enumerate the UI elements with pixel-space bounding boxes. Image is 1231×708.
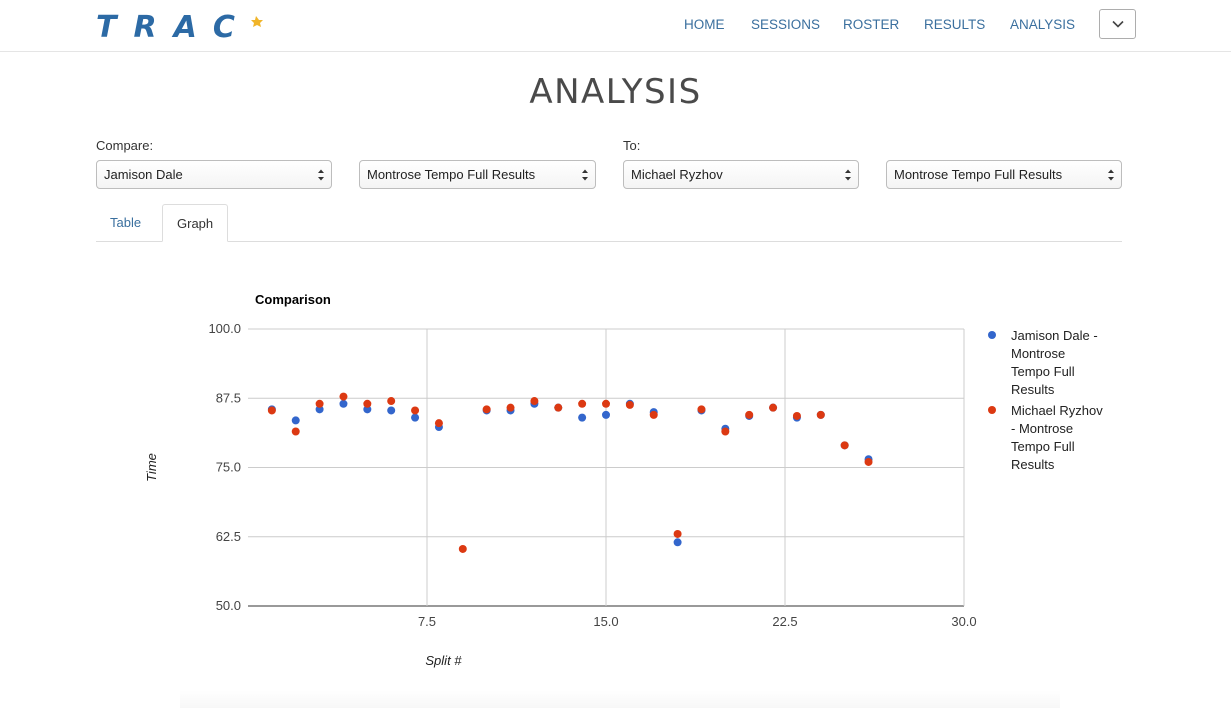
data-point-series-2 (816, 410, 825, 419)
select-arrows-icon (845, 169, 851, 181)
data-point-series-2 (315, 399, 324, 408)
data-point-series-2 (482, 405, 491, 414)
data-point-series-2 (864, 457, 873, 466)
y-tick-label: 62.5 (216, 529, 241, 544)
x-axis-title: Split # (425, 653, 462, 668)
x-tick-label: 15.0 (593, 614, 618, 629)
data-point-series-1 (339, 399, 348, 408)
data-point-series-2 (792, 411, 801, 420)
athlete-b-select[interactable]: Michael Ryzhov (623, 160, 859, 189)
nav-home[interactable]: HOME (684, 17, 725, 32)
data-point-series-2 (387, 397, 396, 406)
view-tabs: Table Graph (96, 204, 1122, 242)
chevron-down-icon (1111, 20, 1124, 28)
data-point-series-2 (506, 403, 515, 412)
x-tick-label: 7.5 (418, 614, 436, 629)
y-tick-label: 87.5 (216, 390, 241, 405)
compare-label: Compare: (96, 138, 154, 153)
athlete-a-select[interactable]: Jamison Dale (96, 160, 332, 189)
nav-roster[interactable]: ROSTER (843, 17, 899, 32)
tab-graph[interactable]: Graph (162, 204, 229, 242)
data-point-series-2 (721, 427, 730, 436)
y-tick-label: 50.0 (216, 598, 241, 613)
runner-spark-icon (251, 16, 263, 27)
y-axis-title: Time (144, 453, 159, 482)
data-point-series-2 (769, 403, 778, 412)
nav-analysis[interactable]: ANALYSIS (1010, 17, 1075, 32)
data-point-series-2 (625, 400, 634, 409)
legend-marker-series-2 (988, 406, 996, 414)
data-point-series-1 (673, 538, 682, 547)
nav-dropdown-toggle[interactable] (1099, 9, 1136, 39)
data-point-series-2 (339, 392, 348, 401)
data-point-series-2 (673, 529, 682, 538)
legend-label-series-1: Jamison Dale - (1011, 328, 1098, 343)
tab-table[interactable]: Table (96, 204, 155, 241)
navbar: TRAC HOME SESSIONS ROSTER RESULTS ANALYS… (0, 0, 1231, 52)
chart-title: Comparison (255, 292, 331, 307)
legend-marker-series-1 (988, 331, 996, 339)
data-point-series-2 (578, 399, 587, 408)
select-arrows-icon (318, 169, 324, 181)
legend-label-series-1: Montrose (1011, 346, 1065, 361)
chart-svg: Comparison 50.0 62.5 75.0 87.5 100.0 7.5 15.0 22… (144, 292, 1103, 668)
athlete-b-value: Michael Ryzhov (631, 167, 723, 182)
data-point-series-2 (840, 441, 849, 450)
trac-logo-mark: TRAC (96, 10, 263, 45)
y-tick-label: 75.0 (216, 460, 241, 475)
data-point-series-2 (602, 399, 610, 408)
legend-label-series-1: Tempo Full (1011, 364, 1075, 379)
data-point-series-1 (578, 413, 587, 422)
select-arrows-icon (1108, 169, 1114, 181)
session-a-value: Montrose Tempo Full Results (367, 167, 536, 182)
data-point-series-2 (554, 403, 563, 412)
brand-name: TRAC (96, 10, 252, 42)
nav-sessions[interactable]: SESSIONS (751, 17, 820, 32)
data-point-series-1 (411, 413, 420, 422)
legend-label-series-2: - Montrose (1011, 421, 1073, 436)
data-point-series-1 (602, 410, 610, 419)
data-point-series-2 (697, 405, 706, 414)
to-label: To: (623, 138, 641, 153)
legend-label-series-1: Results (1011, 382, 1055, 397)
data-point-series-2 (363, 399, 372, 408)
data-point-series-1 (387, 406, 396, 415)
nav-results[interactable]: RESULTS (924, 17, 985, 32)
data-point-series-2 (649, 410, 658, 419)
legend-label-series-2: Results (1011, 457, 1055, 472)
legend-label-series-2: Michael Ryzhov (1011, 403, 1103, 418)
data-point-series-2 (267, 406, 276, 415)
page-bottom-fade (180, 690, 1060, 708)
athlete-a-value: Jamison Dale (104, 167, 183, 182)
select-arrows-icon (582, 169, 588, 181)
page-title: ANALYSIS (529, 72, 702, 112)
legend-label-series-2: Tempo Full (1011, 439, 1075, 454)
session-b-select[interactable]: Montrose Tempo Full Results (886, 160, 1122, 189)
data-point-series-2 (745, 410, 754, 419)
data-point-series-2 (434, 419, 443, 428)
session-b-value: Montrose Tempo Full Results (894, 167, 1063, 182)
data-point-series-2 (530, 397, 539, 406)
trac-logo[interactable]: TRAC (96, 8, 280, 45)
y-tick-label: 100.0 (208, 321, 241, 336)
data-point-series-2 (458, 544, 467, 553)
x-tick-label: 30.0 (951, 614, 976, 629)
data-point-series-2 (411, 406, 420, 415)
data-point-series-2 (291, 427, 300, 436)
data-point-series-1 (291, 416, 300, 425)
x-tick-label: 22.5 (772, 614, 797, 629)
session-a-select[interactable]: Montrose Tempo Full Results (359, 160, 596, 189)
comparison-chart: Comparison 50.0 62.5 75.0 87.5 100.0 7.5 15.0 22… (140, 282, 1140, 682)
